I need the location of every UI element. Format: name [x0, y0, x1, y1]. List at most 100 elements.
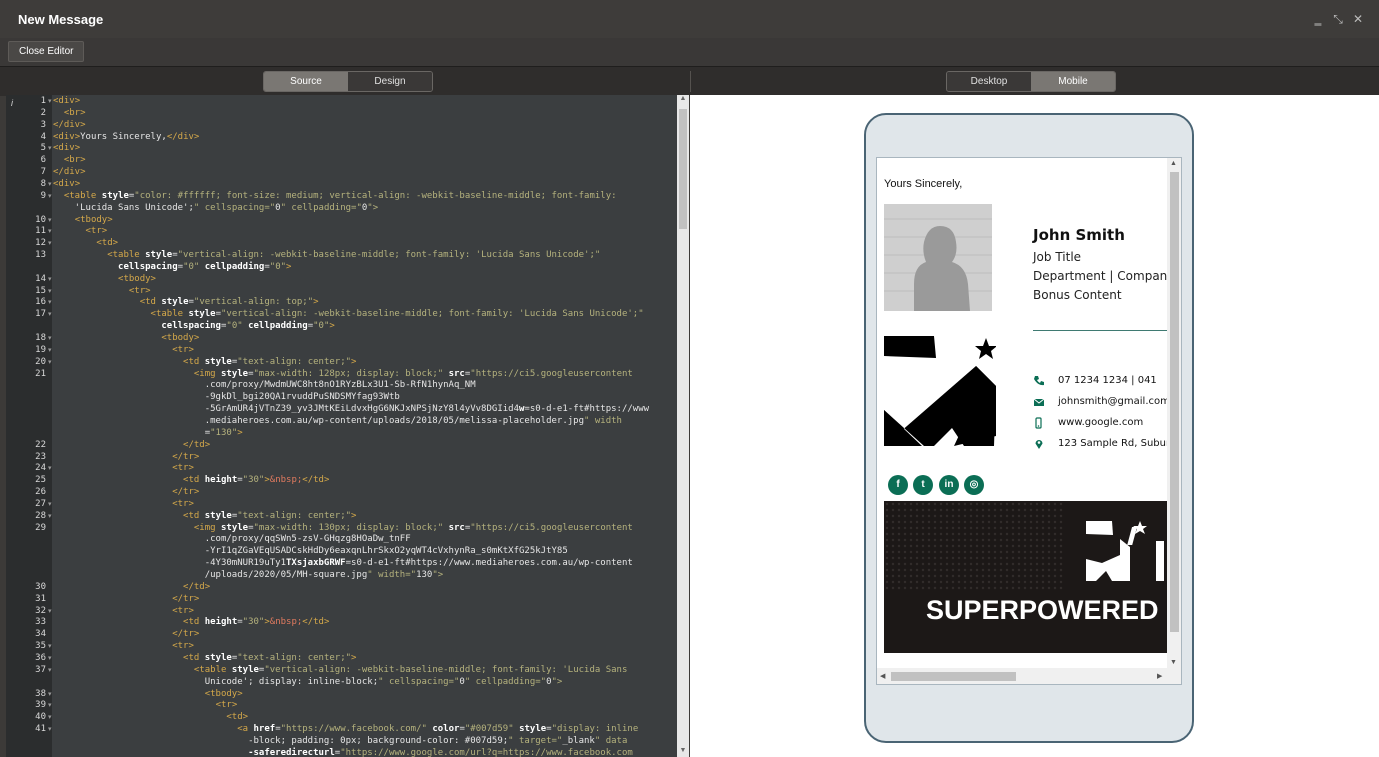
code-line[interactable]: <td style="vertical-align: top;"> [53, 297, 319, 307]
editor-scroll-thumb[interactable] [679, 109, 687, 229]
fold-toggle-icon[interactable]: ▾ [48, 654, 52, 662]
code-line[interactable]: </td> [53, 582, 210, 592]
code-line[interactable]: <tr> [53, 463, 194, 473]
promo-banner[interactable]: SUPERPOWERED I [884, 501, 1174, 653]
instagram-icon[interactable]: ◎ [964, 475, 984, 495]
fold-toggle-icon[interactable]: ▾ [48, 310, 52, 318]
fold-toggle-icon[interactable]: ▾ [48, 216, 52, 224]
code-line[interactable]: -block; padding: 0px; background-color: … [53, 736, 627, 746]
code-line[interactable]: <td style="text-align: center;"> [53, 357, 356, 367]
fold-toggle-icon[interactable]: ▾ [48, 97, 52, 105]
code-line[interactable]: -saferedirecturl="https://www.google.com… [53, 748, 633, 757]
code-line[interactable]: <td> [53, 712, 248, 722]
code-line[interactable]: <div>Yours Sincerely,</div> [53, 132, 199, 142]
code-line[interactable]: .com/proxy/MwdmUWC8ht8nO1RYzBLx3U1-Sb-Rf… [53, 380, 476, 390]
code-line[interactable]: <tr> [53, 499, 194, 509]
code-line[interactable]: -5GrAmUR4jVTnZ39_yv3JMtKEiLdvxHgG6NKJxNP… [53, 404, 649, 414]
code-line[interactable]: /uploads/2020/05/MH-square.jpg" width="1… [53, 570, 443, 580]
scroll-up-arrow-icon[interactable]: ▲ [1170, 160, 1177, 167]
code-line[interactable]: <table style="color: #ffffff; font-size:… [53, 191, 617, 201]
fold-toggle-icon[interactable]: ▾ [48, 512, 52, 520]
linkedin-icon[interactable]: in [939, 475, 959, 495]
code-line[interactable]: </tr> [53, 452, 199, 462]
close-editor-button[interactable]: Close Editor [8, 41, 85, 62]
fold-toggle-icon[interactable]: ▾ [48, 144, 52, 152]
code-line[interactable]: <img style="max-width: 130px; display: b… [53, 523, 633, 533]
code-line[interactable]: -4Y30mNUR19uTy1TXsjaxbGRWF=s0-d-e1-ft#ht… [53, 558, 633, 568]
tab-source[interactable]: Source [264, 72, 348, 91]
code-line[interactable]: .mediaheroes.com.au/wp-content/uploads/2… [53, 416, 622, 426]
code-line[interactable]: <td style="text-align: center;"> [53, 653, 356, 663]
fold-toggle-icon[interactable]: ▾ [48, 701, 52, 709]
scroll-left-arrow-icon[interactable]: ◀ [880, 672, 885, 680]
code-line[interactable]: </tr> [53, 487, 199, 497]
code-line[interactable]: </td> [53, 440, 210, 450]
twitter-icon[interactable]: t [913, 475, 933, 495]
fold-toggle-icon[interactable]: ▾ [48, 298, 52, 306]
fold-toggle-icon[interactable]: ▾ [48, 666, 52, 674]
fold-toggle-icon[interactable]: ▾ [48, 642, 52, 650]
tab-desktop[interactable]: Desktop [947, 72, 1031, 91]
fold-toggle-icon[interactable]: ▾ [48, 227, 52, 235]
facebook-icon[interactable]: f [888, 475, 908, 495]
scroll-up-arrow-icon[interactable]: ▲ [677, 95, 689, 105]
code-line[interactable]: <table style="vertical-align: -webkit-ba… [53, 309, 644, 319]
code-line[interactable]: .com/proxy/qqSWn5-zsV-GHqzg8HOaDw_tnFF [53, 534, 411, 544]
code-line[interactable]: </tr> [53, 594, 199, 604]
code-line[interactable]: <td height="30">&nbsp;</td> [53, 475, 329, 485]
scroll-down-arrow-icon[interactable]: ▼ [1170, 659, 1177, 666]
code-line[interactable]: <td style="text-align: center;"> [53, 511, 356, 521]
code-line[interactable]: </tr> [53, 629, 199, 639]
code-line[interactable]: <tbody> [53, 215, 113, 225]
code-line[interactable]: <tr> [53, 345, 194, 355]
scroll-right-arrow-icon[interactable]: ▶ [1157, 672, 1162, 680]
source-code-editor[interactable]: i 1 ▾ 2 3 4 5 ▾ 6 7 8 ▾ 9 ▾ 10 ▾ 11 ▾ 12 ▾ 13 14 ▾ 15 ▾ 16 ▾ 17 ▾ 18… [6, 95, 677, 757]
code-line[interactable]: <tbody> [53, 274, 156, 284]
preview-vertical-thumb[interactable] [1170, 172, 1179, 632]
fold-toggle-icon[interactable]: ▾ [48, 500, 52, 508]
code-line[interactable]: 'Lucida Sans Unicode';" cellspacing="0" … [53, 203, 378, 213]
preview-horizontal-thumb[interactable] [891, 672, 1016, 681]
preview-vertical-scrollbar[interactable]: ▲ ▼ [1167, 158, 1181, 668]
minimize-button[interactable]: ‗ [1311, 12, 1325, 26]
fold-toggle-icon[interactable]: ▾ [48, 690, 52, 698]
code-line[interactable]: </div> [53, 167, 86, 177]
fold-toggle-icon[interactable]: ▾ [48, 346, 52, 354]
tab-mobile[interactable]: Mobile [1031, 72, 1115, 91]
code-line[interactable]: Unicode'; display: inline-block;" cellsp… [53, 677, 563, 687]
fold-toggle-icon[interactable]: ▾ [48, 334, 52, 342]
restore-button[interactable]: ⤡ [1331, 12, 1345, 27]
fold-toggle-icon[interactable]: ▾ [48, 713, 52, 721]
code-line[interactable]: -9gkDl_bgi20QA1rvuddPuSNDSMYfag93Wtb [53, 392, 400, 402]
fold-toggle-icon[interactable]: ▾ [48, 180, 52, 188]
code-line[interactable]: <tr> [53, 700, 238, 710]
code-line[interactable]: <tr> [53, 226, 108, 236]
preview-horizontal-scrollbar[interactable]: ◀ ▶ [877, 668, 1181, 684]
code-line[interactable]: <tbody> [53, 333, 199, 343]
code-line[interactable]: <td> [53, 238, 118, 248]
email-address[interactable]: johnsmith@gmail.com [1058, 396, 1170, 407]
fold-toggle-icon[interactable]: ▾ [48, 725, 52, 733]
fold-toggle-icon[interactable]: ▾ [48, 275, 52, 283]
code-line[interactable]: -YrI1qZGaVEqUSADCskHdDy6eaxqnLhrSkxO2yqW… [53, 546, 568, 556]
code-line[interactable]: cellspacing="0" cellpadding="0"> [53, 262, 291, 272]
code-line[interactable]: ="130"> [53, 428, 243, 438]
fold-toggle-icon[interactable]: ▾ [48, 607, 52, 615]
scroll-down-arrow-icon[interactable]: ▼ [677, 747, 689, 757]
code-line[interactable]: <br> [53, 108, 86, 118]
fold-toggle-icon[interactable]: ▾ [48, 464, 52, 472]
code-line[interactable]: <tr> [53, 606, 194, 616]
code-line[interactable]: <div> [53, 179, 80, 189]
mobile-preview-screen[interactable]: Yours Sincerely, John Smith Job Title De… [876, 157, 1182, 685]
code-line[interactable]: <td height="30">&nbsp;</td> [53, 617, 329, 627]
fold-toggle-icon[interactable]: ▾ [48, 287, 52, 295]
code-line[interactable]: <div> [53, 143, 80, 153]
code-line[interactable]: <tbody> [53, 689, 243, 699]
code-line[interactable]: <div> [53, 96, 80, 106]
tab-design[interactable]: Design [348, 72, 432, 91]
code-line[interactable]: <table style="vertical-align: -webkit-ba… [53, 250, 600, 260]
code-line[interactable]: <a href="https://www.facebook.com/" colo… [53, 724, 638, 734]
editor-scrollbar[interactable]: ▲ ▼ [677, 95, 689, 757]
code-line[interactable]: <tr> [53, 641, 194, 651]
website-url[interactable]: www.google.com [1058, 417, 1143, 428]
